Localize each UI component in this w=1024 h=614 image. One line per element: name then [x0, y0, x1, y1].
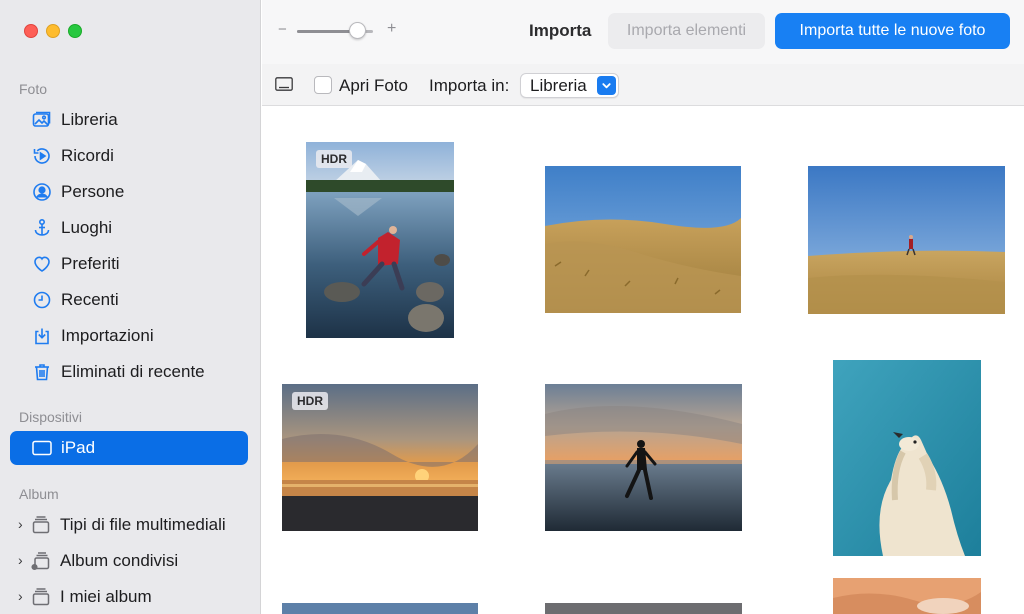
sidebar-item-people[interactable]: Persone — [10, 175, 248, 209]
sidebar-item-label: I miei album — [60, 587, 152, 606]
photo-thumbnail[interactable] — [545, 384, 742, 531]
memories-icon — [31, 145, 53, 167]
close-window-button[interactable] — [24, 24, 38, 38]
sidebar-item-imports[interactable]: Importazioni — [10, 319, 248, 353]
photo-thumbnail[interactable]: HDR — [306, 142, 454, 338]
field-photo-image — [808, 166, 1005, 314]
photo-thumbnail[interactable] — [545, 602, 742, 614]
hill-photo-image — [545, 166, 741, 313]
sidebar-item-favorites[interactable]: Preferiti — [10, 247, 248, 281]
sidebar-item-label: Ricordi — [61, 146, 114, 165]
sidebar-item-label: iPad — [61, 438, 96, 457]
sidebar-item-label: Libreria — [61, 110, 118, 129]
people-icon — [31, 181, 53, 203]
toolbar-title: Importa — [529, 21, 592, 40]
stack-icon — [30, 586, 52, 608]
section-label-album: Album — [19, 486, 59, 502]
partial-photo-image — [833, 578, 981, 614]
photo-thumbnail[interactable] — [833, 578, 981, 614]
section-label-photos: Foto — [19, 81, 48, 97]
ipad-icon — [31, 437, 53, 459]
import-options-bar: Apri Foto Importa in: Libreria — [262, 64, 1024, 106]
sidebar-item-my-albums[interactable]: › I miei album — [10, 580, 248, 614]
photo-thumbnail[interactable] — [833, 360, 981, 556]
zoom-out-icon[interactable]: − — [278, 21, 287, 38]
shared-stack-icon — [30, 550, 52, 572]
sidebar-item-media-types[interactable]: › Tipi di file multimediali — [10, 508, 248, 542]
sidebar-item-shared-albums[interactable]: › Album condivisi — [10, 544, 248, 578]
sidebar-item-label: Album condivisi — [60, 551, 179, 570]
import-destination-select[interactable]: Libreria — [520, 73, 619, 98]
partial-photo-image — [545, 603, 742, 614]
sidebar-item-recents[interactable]: Recenti — [10, 283, 248, 317]
window-controls — [24, 24, 82, 38]
photo-thumbnail[interactable] — [808, 166, 1005, 314]
chevron-down-icon[interactable] — [597, 76, 616, 95]
photo-thumbnail[interactable]: HDR — [282, 384, 478, 531]
sidebar: Foto Libreria Ricordi Persone Luoghi Pre… — [0, 0, 261, 614]
chevron-right-icon[interactable]: › — [18, 588, 28, 606]
import-all-new-photos-button[interactable]: Importa tutte le nuove foto — [775, 13, 1010, 49]
heart-icon — [31, 253, 53, 275]
stack-icon — [30, 514, 52, 536]
photo-thumbnail[interactable] — [545, 166, 741, 313]
photo-grid: HDR HDR — [262, 106, 1024, 614]
zoom-slider-knob[interactable] — [349, 22, 367, 39]
import-into-label: Importa in: — [429, 76, 510, 95]
sidebar-item-label: Persone — [61, 182, 125, 201]
toolbar: − + Importa Importa elementi Importa tut… — [262, 0, 1024, 64]
lake-photo-image — [306, 142, 454, 338]
minimize-window-button[interactable] — [46, 24, 60, 38]
import-destination-value: Libreria — [530, 76, 587, 95]
dog-photo-image — [833, 360, 981, 556]
import-selected-button[interactable]: Importa elementi — [608, 13, 765, 49]
sidebar-item-label: Importazioni — [61, 326, 154, 345]
clock-icon — [31, 289, 53, 311]
device-icon — [275, 77, 293, 91]
sidebar-item-library[interactable]: Libreria — [10, 103, 248, 137]
hdr-badge: HDR — [292, 392, 328, 410]
section-label-devices: Dispositivi — [19, 409, 83, 425]
sidebar-item-label: Eliminati di recente — [61, 362, 205, 381]
sidebar-item-label: Luoghi — [61, 218, 113, 237]
places-icon — [31, 217, 53, 239]
imports-icon — [31, 325, 53, 347]
sidebar-item-places[interactable]: Luoghi — [10, 211, 248, 245]
chevron-right-icon[interactable]: › — [18, 552, 28, 570]
trash-icon — [31, 361, 53, 383]
photo-thumbnail[interactable] — [282, 602, 478, 614]
sidebar-item-memories[interactable]: Ricordi — [10, 139, 248, 173]
sidebar-item-ipad[interactable]: iPad — [10, 431, 248, 465]
sidebar-item-recently-deleted[interactable]: Eliminati di recente — [10, 355, 248, 389]
hdr-badge: HDR — [316, 150, 352, 168]
sidebar-item-label: Tipi di file multimediali — [60, 515, 226, 534]
sidebar-item-label: Preferiti — [61, 254, 120, 273]
partial-photo-image — [282, 603, 478, 614]
open-photos-checkbox[interactable] — [314, 76, 332, 94]
sidebar-item-label: Recenti — [61, 290, 119, 309]
zoom-window-button[interactable] — [68, 24, 82, 38]
beach-photo-image — [545, 384, 742, 531]
photo-library-icon — [31, 109, 53, 131]
zoom-in-icon[interactable]: + — [387, 20, 396, 38]
chevron-right-icon[interactable]: › — [18, 516, 28, 534]
open-photos-label: Apri Foto — [339, 76, 408, 95]
